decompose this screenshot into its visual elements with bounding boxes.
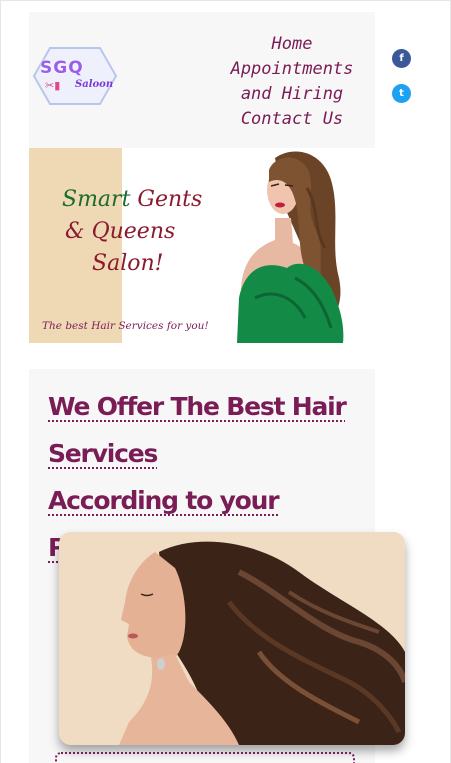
services-heading-line1: We Offer The Best Hair bbox=[48, 392, 347, 421]
scissors-icon: ✂▮ bbox=[45, 79, 61, 92]
salon-logo[interactable]: SGQ ✂▮ Saloon bbox=[32, 46, 118, 106]
nav-home[interactable]: Home bbox=[212, 32, 372, 57]
services-heading-line2: Services bbox=[48, 439, 158, 468]
service-card-outline bbox=[55, 752, 355, 763]
hero-title: Smart Gents & Queens Salon! bbox=[29, 184, 219, 280]
hero-tagline: The best Hair Services for you! bbox=[42, 320, 209, 332]
hero-title-line-queens: & Queens bbox=[65, 219, 176, 244]
site-header: SGQ ✂▮ Saloon Home Appointments and Hiri… bbox=[29, 12, 375, 148]
nav-contact[interactable]: Contact Us bbox=[212, 107, 372, 132]
logo-primary-text: SGQ bbox=[40, 58, 84, 78]
logo-secondary-text: Saloon bbox=[75, 79, 114, 90]
hero-model-image bbox=[235, 148, 351, 343]
hero-banner: Smart Gents & Queens Salon! The best Hai… bbox=[29, 148, 351, 343]
main-nav: Home Appointments and Hiring Contact Us bbox=[212, 32, 372, 132]
hero-title-word-gents: Gents bbox=[137, 187, 203, 212]
hero-title-word-smart: Smart bbox=[62, 187, 131, 212]
hero-title-line-salon: Salon! bbox=[92, 251, 164, 276]
twitter-glyph: t bbox=[399, 88, 404, 99]
nav-hiring[interactable]: and Hiring bbox=[212, 82, 372, 107]
twitter-icon[interactable]: t bbox=[392, 84, 411, 103]
facebook-icon[interactable]: f bbox=[392, 49, 411, 68]
services-hair-image bbox=[59, 532, 405, 745]
facebook-glyph: f bbox=[399, 53, 404, 64]
nav-appointments[interactable]: Appointments bbox=[212, 57, 372, 82]
